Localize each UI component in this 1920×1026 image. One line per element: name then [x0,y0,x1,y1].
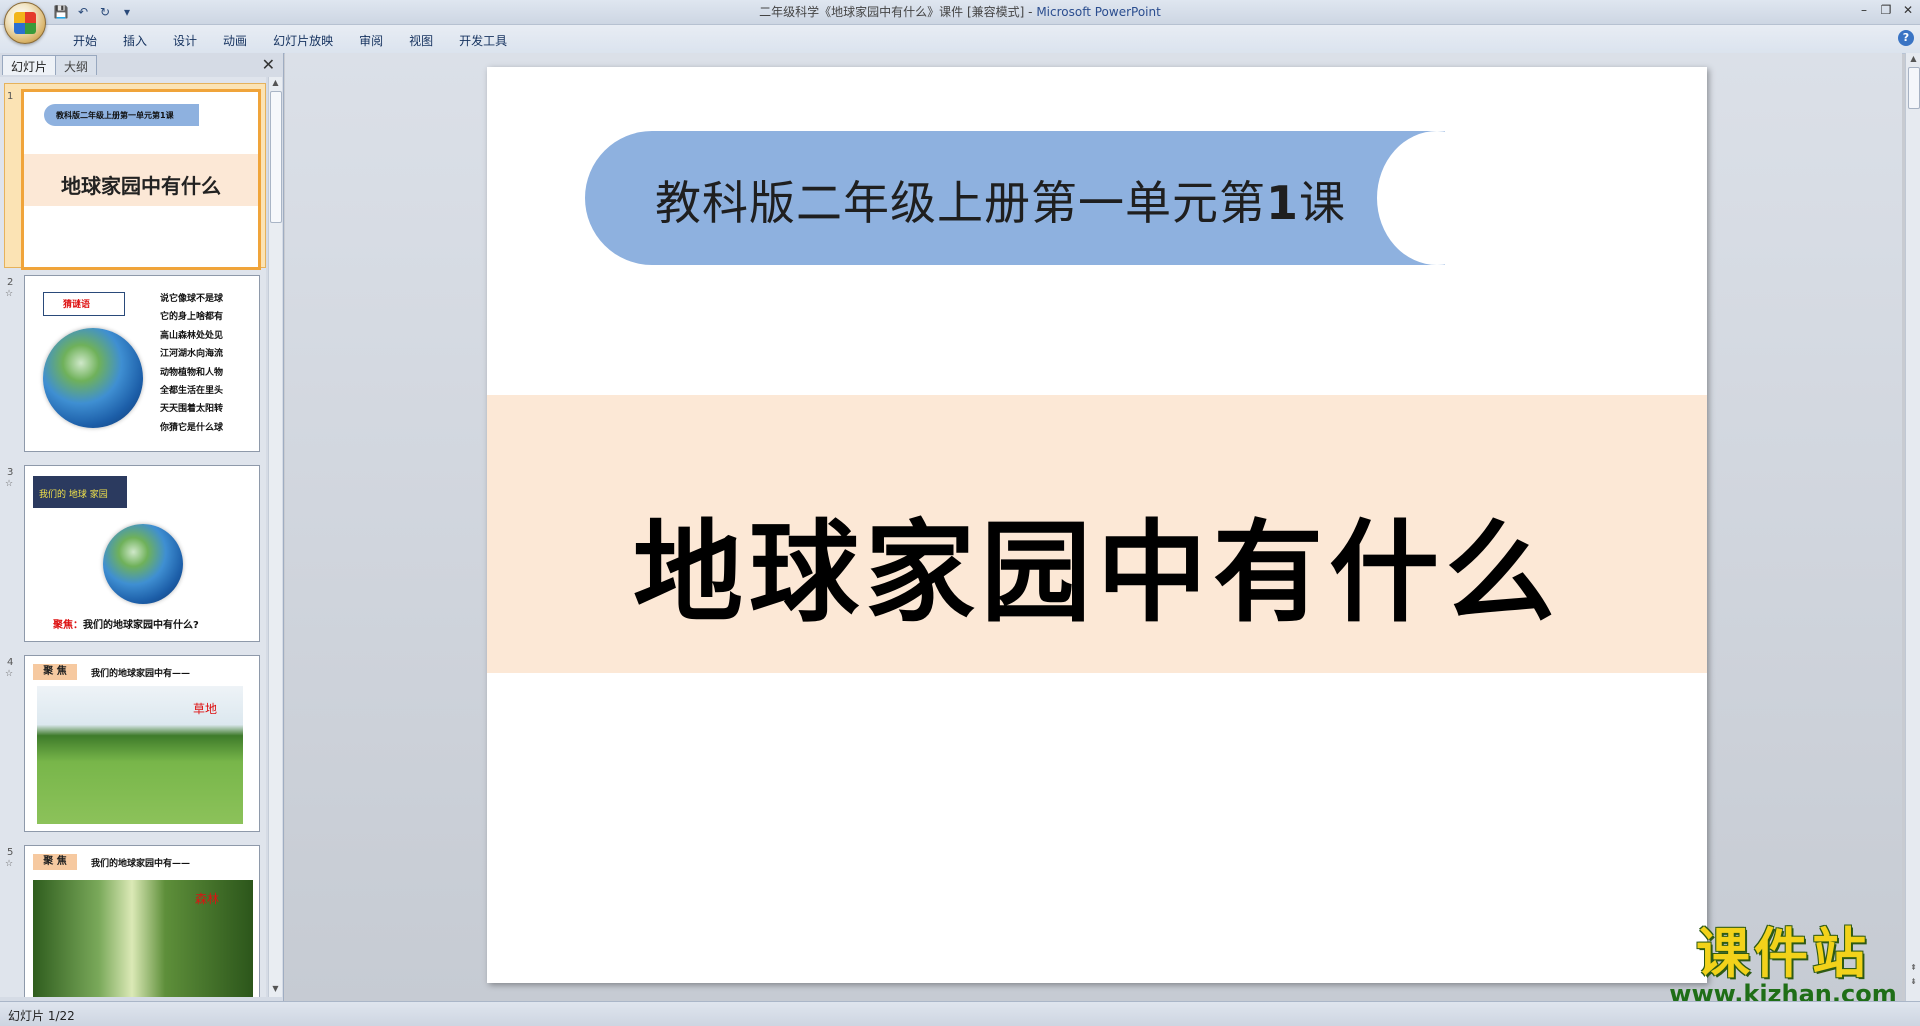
window-title: 二年级科学《地球家园中有什么》课件 [兼容模式] - Microsoft Pow… [0,3,1920,20]
thumbnail-slide-1[interactable]: 教科版二年级上册第一单元第1课 地球家园中有什么 [21,89,261,270]
thumb-tag: 聚 焦 [33,854,77,870]
animation-star-icon: ☆ [5,859,14,869]
poem-line: 天天围着太阳转 [160,404,224,415]
banner-notch [1377,131,1497,265]
subtitle-suffix: 课 [1299,176,1347,230]
slide-title[interactable]: 地球家园中有什么 [487,483,1707,643]
thumb-tag: 聚 焦 [33,664,77,680]
thumb-tag-text: 我们的 地球 家园 [39,490,108,500]
poem-line: 高山森林处处见 [160,330,224,341]
earth-globe-icon [43,328,143,428]
restore-icon[interactable]: ❐ [1878,2,1894,18]
thumb-poem: 说它像球不是球 它的身上啥都有 高山森林处处见 江河湖水向海流 动物植物和人物 … [160,290,223,437]
tab-developer[interactable]: 开发工具 [446,30,520,51]
pane-close-icon[interactable]: ✕ [262,55,275,74]
tab-home[interactable]: 开始 [60,30,110,51]
slide-scrollbar[interactable]: ▲ ⇞ ⇟ [1905,53,1920,1001]
thumbnail-list: 1 教科版二年级上册第一单元第1课 地球家园中有什么 2 ☆ 猜谜语 说它像球不… [0,77,266,997]
window-controls: – ❐ ✕ [1856,2,1916,18]
thumbnail-number: 4 [7,657,14,668]
animation-star-icon: ☆ [5,289,14,299]
ribbon-tab-bar: 开始 插入 设计 动画 幻灯片放映 审阅 视图 开发工具 ? [0,25,1920,54]
watermark-logo: 课件站 www.kjzhan.com [1668,922,1898,1007]
office-logo-icon [14,12,36,34]
animation-star-icon: ☆ [5,479,14,489]
tab-view[interactable]: 视图 [396,30,446,51]
forest-image [33,880,253,997]
thumb-heading: 我们的地球家园中有—— [91,859,191,869]
thumbnail-number: 1 [7,91,14,102]
tab-insert[interactable]: 插入 [110,30,160,51]
thumbnail-slide-3[interactable]: 我们的 地球 家园 聚焦：我们的地球家园中有什么? [24,465,260,642]
title-bar: 💾 ↶ ↻ ▾ 二年级科学《地球家园中有什么》课件 [兼容模式] - Micro… [0,0,1920,44]
thumb-title: 地球家园中有什么 [61,174,221,198]
thumb-heading: 我们的地球家园中有—— [91,669,191,679]
tab-slideshow[interactable]: 幻灯片放映 [260,30,346,51]
help-icon[interactable]: ? [1898,30,1914,46]
poem-line: 你猜它是什么球 [160,422,224,433]
thumb-photo-label: 草地 [193,702,218,716]
scroll-down-icon[interactable]: ▼ [270,984,281,996]
scrollbar-thumb[interactable] [1908,67,1920,109]
poem-line: 动物植物和人物 [160,367,224,378]
tab-design[interactable]: 设计 [160,30,210,51]
status-bar: 幻灯片 1/22 [0,1001,1920,1026]
subtitle-number: 1 [1266,176,1300,230]
thumb-banner-text: 教科版二年级上册第一单元第1课 [56,111,174,120]
slide-editing-area: 教科版二年级上册第一单元第1课 地球家园中有什么 [285,53,1902,1001]
ribbon-tabs: 开始 插入 设计 动画 幻灯片放映 审阅 视图 开发工具 [60,30,520,51]
watermark-text: 课件站 [1696,922,1870,985]
window-title-doc: 二年级科学《地球家园中有什么》课件 [兼容模式] - [759,5,1037,19]
tab-slides[interactable]: 幻灯片 [2,55,57,75]
tab-outline[interactable]: 大纲 [55,55,98,75]
next-slide-icon[interactable]: ⇟ [1908,977,1919,989]
earth-globe-icon [103,524,183,604]
tab-review[interactable]: 审阅 [346,30,396,51]
scroll-up-icon[interactable]: ▲ [270,78,281,90]
window-title-app: Microsoft PowerPoint [1036,5,1161,19]
poem-line: 全都生活在里头 [160,386,224,397]
thumbnail-number: 3 [7,467,14,478]
pane-tabs: 幻灯片 大纲 [2,55,98,75]
animation-star-icon: ☆ [5,669,14,679]
thumbnail-scrollbar[interactable]: ▲ ▼ [268,77,282,997]
tab-animation[interactable]: 动画 [210,30,260,51]
thumb-caption-label: 聚焦： [53,620,83,631]
thumb-photo-label: 森林 [195,892,220,906]
current-slide[interactable]: 教科版二年级上册第一单元第1课 地球家园中有什么 [487,67,1707,983]
thumb-caption: 聚焦：我们的地球家园中有什么? [53,616,199,631]
previous-slide-icon[interactable]: ⇞ [1908,963,1919,975]
thumb-ribbon-text: 猜谜语 [63,300,91,310]
poem-line: 说它像球不是球 [160,294,224,304]
slides-pane: 幻灯片 大纲 ✕ 1 教科版二年级上册第一单元第1课 地球家园中有什么 2 ☆ … [0,53,284,1001]
subtitle-text: 教科版二年级上册第一单元第 [655,176,1266,230]
minimize-icon[interactable]: – [1856,2,1872,18]
slide-subtitle[interactable]: 教科版二年级上册第一单元第1课 [655,167,1346,233]
thumbnail-number: 5 [7,847,14,858]
scroll-up-icon[interactable]: ▲ [1908,54,1919,66]
office-button[interactable] [4,2,46,44]
thumbnail-number: 2 [7,277,14,288]
slide-counter: 幻灯片 1/22 [8,1009,75,1023]
thumbnail-slide-4[interactable]: 聚 焦 我们的地球家园中有—— 草地 [24,655,260,832]
scrollbar-thumb[interactable] [270,91,282,223]
thumbnail-slide-5[interactable]: 聚 焦 我们的地球家园中有—— 森林 [24,845,260,997]
poem-line: 江河湖水向海流 [160,349,224,360]
close-icon[interactable]: ✕ [1900,2,1916,18]
thumbnail-slide-2[interactable]: 猜谜语 说它像球不是球 它的身上啥都有 高山森林处处见 江河湖水向海流 动物植物… [24,275,260,452]
thumb-caption-text: 我们的地球家园中有什么? [83,620,199,631]
poem-line: 它的身上啥都有 [160,312,224,323]
